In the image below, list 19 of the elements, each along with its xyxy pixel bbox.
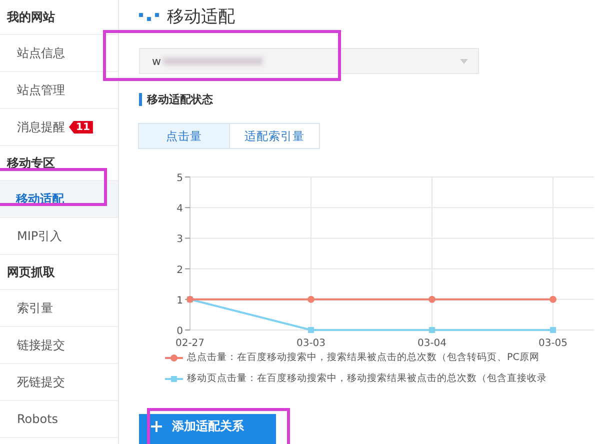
legend-label: 总点击量：在百度移动搜索中，搜索结果被点击的总次数（包含转码页、PC原网 xyxy=(187,351,540,364)
axis-tick-label: 4 xyxy=(176,204,183,215)
axis-tick-label: 03-05 xyxy=(538,338,568,349)
tab[interactable]: 适配索引量 xyxy=(229,123,320,149)
legend-label: 移动页点击量：在百度移动搜索中，移动搜索结果被点击的总次数（包含直接收录 xyxy=(187,372,547,385)
tab[interactable]: 点击量 xyxy=(138,123,230,149)
site-select[interactable]: w xyxy=(139,48,479,74)
add-button[interactable]: 添加适配关系 xyxy=(139,414,276,444)
section-title: 移动适配状态 xyxy=(147,92,213,107)
notification-badge: 11 xyxy=(69,120,93,134)
axis-tick-label: 1 xyxy=(176,295,183,306)
axis-tick-label: 03-03 xyxy=(296,338,326,349)
page-title: 移动适配 xyxy=(167,6,235,28)
axis-tick-label: 2 xyxy=(176,264,183,276)
axis-tick-label: 5 xyxy=(176,173,183,184)
axis-tick-label: 3 xyxy=(176,234,183,246)
axis-tick-label: 03-04 xyxy=(417,338,447,349)
axis-tick-label: 02-27 xyxy=(175,338,205,349)
axis-tick-label: 0 xyxy=(176,326,183,337)
